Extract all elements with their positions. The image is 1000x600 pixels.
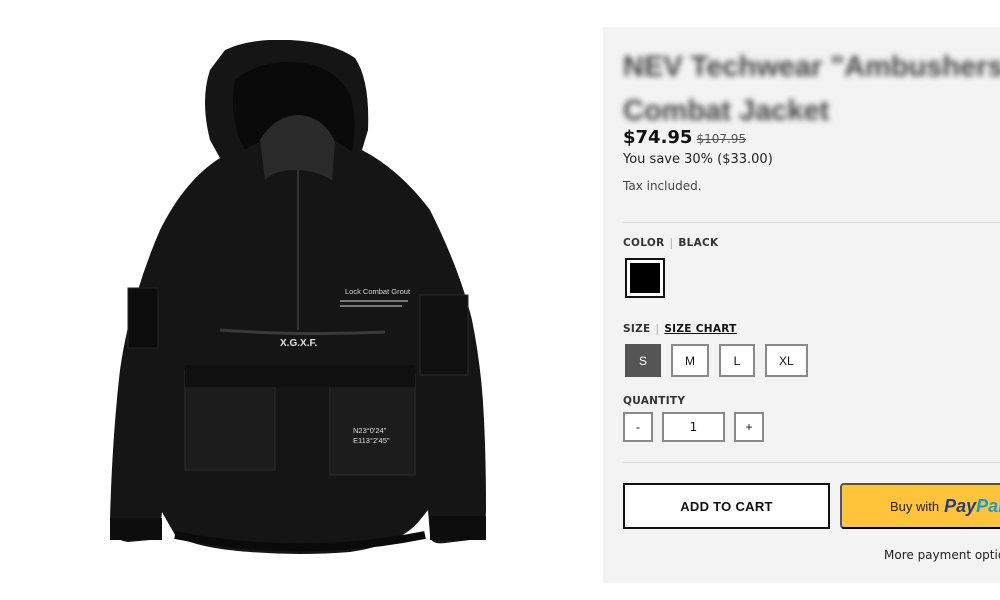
add-to-cart-button[interactable]: ADD TO CART (623, 483, 830, 529)
size-label-separator: | (655, 323, 660, 335)
divider (623, 222, 1000, 223)
product-info-panel: NEV Techwear "Ambushers" Combat Jacket $… (603, 27, 1000, 583)
size-option-m[interactable]: M (671, 344, 710, 377)
size-selector: S M L XL (625, 344, 808, 377)
size-option-xl[interactable]: XL (765, 344, 808, 377)
color-swatch-black[interactable] (625, 258, 665, 298)
paypal-button[interactable]: Buy with PayPal (840, 483, 1000, 529)
quantity-increase-button[interactable]: + (734, 412, 764, 442)
swatch-fill (630, 263, 660, 293)
brand-print: X.G.X.F. (280, 338, 317, 349)
size-option-s[interactable]: S (625, 344, 662, 377)
paypal-logo-pay: Pay (944, 495, 977, 516)
product-image[interactable]: Lock Combat Grout X.G.X.F. N23°0'24" E11… (100, 40, 520, 570)
product-title-line-1: NEV Techwear "Ambushers" (623, 51, 1000, 83)
hooded-jacket-image: Lock Combat Grout X.G.X.F. N23°0'24" E11… (110, 40, 486, 554)
product-title: NEV Techwear "Ambushers" Combat Jacket (623, 45, 1000, 133)
color-label-separator: | (669, 237, 674, 249)
savings-text: You save 30% ($33.00) (623, 152, 773, 167)
chest-print: Lock Combat Grout (345, 287, 411, 296)
sale-price: $74.95 (623, 127, 693, 148)
quantity-label: QUANTITY (623, 395, 686, 407)
more-payment-options-link[interactable]: More payment options (884, 548, 1000, 562)
tax-note: Tax included. (623, 179, 702, 193)
size-label: SIZE (623, 323, 651, 335)
coord-print-1: N23°0'24" (353, 426, 387, 435)
coord-print-2: E113°2'45" (353, 436, 390, 445)
color-option-label: COLOR | BLACK (623, 237, 718, 249)
size-option-l[interactable]: L (719, 344, 756, 377)
quantity-decrease-button[interactable]: - (623, 412, 653, 442)
compare-at-price: $107.95 (696, 132, 747, 146)
quantity-stepper: - + (623, 412, 764, 442)
price-row: $74.95 $107.95 (623, 127, 746, 148)
size-chart-link[interactable]: SIZE CHART (664, 323, 736, 335)
quantity-input[interactable] (662, 412, 725, 442)
color-label: COLOR (623, 237, 665, 249)
paypal-logo-pal: Pal (976, 495, 1000, 516)
size-option-label: SIZE | SIZE CHART (623, 323, 737, 335)
divider (623, 462, 1000, 463)
paypal-logo: PayPal (944, 496, 1000, 517)
paypal-prefix: Buy with (890, 498, 940, 514)
color-selected-value: BLACK (678, 237, 719, 249)
